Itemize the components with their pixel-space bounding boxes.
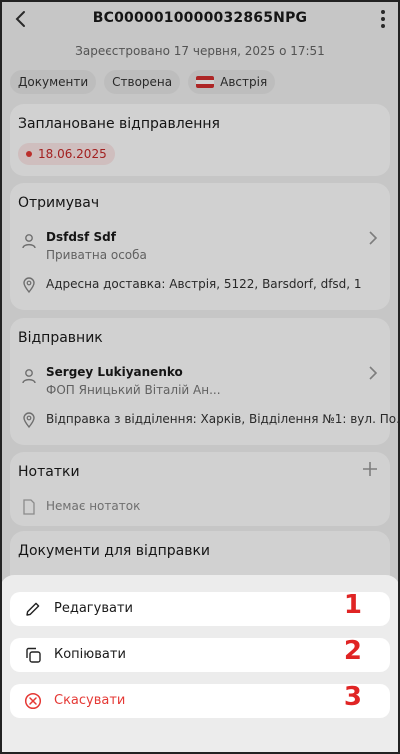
pencil-icon: [24, 600, 42, 618]
cancel-label: Скасувати: [54, 693, 126, 708]
copy-label: Копіювати: [54, 647, 126, 662]
edit-label: Редагувати: [54, 601, 133, 616]
cancel-button[interactable]: Скасувати 3: [10, 682, 390, 718]
cancel-circle-icon: [24, 692, 42, 710]
annotation-number-1: 1: [343, 590, 362, 620]
annotation-number-3: 3: [343, 682, 362, 712]
annotation-number-2: 2: [343, 636, 362, 666]
action-sheet: Редагувати 1 Копіювати 2 Скасувати 3: [0, 575, 400, 754]
copy-icon: [24, 646, 42, 664]
edit-button[interactable]: Редагувати 1: [10, 590, 390, 626]
copy-button[interactable]: Копіювати 2: [10, 636, 390, 672]
